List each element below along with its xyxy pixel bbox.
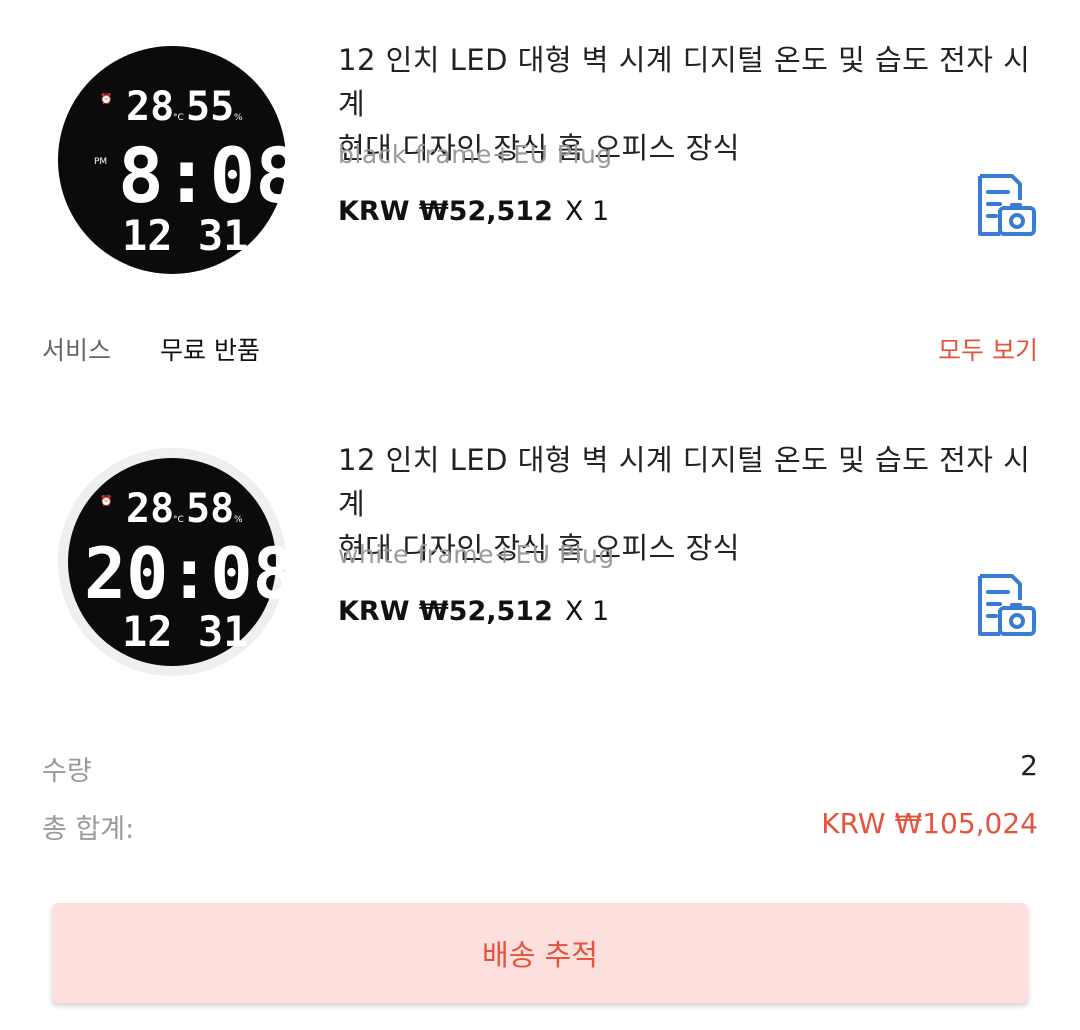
total-row: 총 합계: KRW ₩105,024 (0, 803, 1080, 847)
clock-ampm: PM (94, 157, 107, 167)
quantity-label: 수량 (42, 756, 92, 787)
track-shipment-button[interactable]: 배송 추적 (52, 903, 1028, 1003)
clock-humidity: 55 (186, 84, 234, 130)
svg-text:%: % (234, 113, 243, 123)
service-label: 서비스 (42, 336, 112, 365)
photo-review-icon[interactable] (970, 570, 1040, 640)
product-image[interactable]: ⏰ 28 °C 58 % 20:08 12 31 (56, 446, 288, 678)
photo-review-icon[interactable] (970, 170, 1040, 240)
svg-text:°C: °C (173, 113, 184, 123)
service-row: 서비스 무료 반품 모두 보기 (0, 325, 1080, 369)
clock-white-image: ⏰ 28 °C 58 % 20:08 12 31 (58, 448, 288, 676)
total-amount: KRW ₩105,024 (821, 807, 1038, 840)
clock-humidity: 58 (186, 486, 234, 532)
svg-text:%: % (234, 515, 243, 525)
price-value: KRW ₩52,512 (338, 596, 553, 627)
product-title-line1: 12 인치 LED 대형 벽 시계 디지털 온도 및 습도 전자 시계 (338, 43, 1031, 121)
product-image[interactable]: ⏰ 28 °C 55 % PM 8:08 12 31 (56, 44, 288, 276)
clock-date: 12 31 (122, 607, 248, 656)
clock-temp: 28 (126, 84, 174, 130)
svg-text:°C: °C (173, 515, 184, 525)
product-variant: white frame+EU Plug (338, 540, 615, 569)
svg-text:⏰: ⏰ (100, 92, 112, 105)
quantity-value: X 1 (564, 196, 610, 227)
price-value: KRW ₩52,512 (338, 196, 553, 227)
product-price: KRW ₩52,512 X 1 (338, 196, 609, 227)
total-label: 총 합계: (42, 814, 135, 845)
view-all-link[interactable]: 모두 보기 (938, 331, 1038, 367)
product-variant: black frame+EU Plug (338, 140, 613, 169)
product-title-line1: 12 인치 LED 대형 벽 시계 디지털 온도 및 습도 전자 시계 (338, 443, 1031, 521)
order-item[interactable]: ⏰ 28 °C 58 % 20:08 12 31 12 인치 LED 대형 벽 … (0, 430, 1080, 690)
clock-black-image: ⏰ 28 °C 55 % PM 8:08 12 31 (58, 46, 288, 274)
clock-time: 20:08 (84, 533, 288, 615)
clock-date: 12 31 (122, 211, 248, 260)
service-value: 무료 반품 (160, 336, 260, 365)
quantity-value: X 1 (564, 596, 610, 627)
quantity-row: 수량 2 (0, 745, 1080, 789)
clock-temp: 28 (126, 486, 174, 532)
clock-time: 8:08 (118, 131, 288, 220)
quantity-total: 2 (1020, 749, 1038, 782)
product-price: KRW ₩52,512 X 1 (338, 596, 609, 627)
order-item[interactable]: ⏰ 28 °C 55 % PM 8:08 12 31 12 인치 LED 대형 … (0, 30, 1080, 290)
svg-text:⏰: ⏰ (100, 494, 112, 507)
